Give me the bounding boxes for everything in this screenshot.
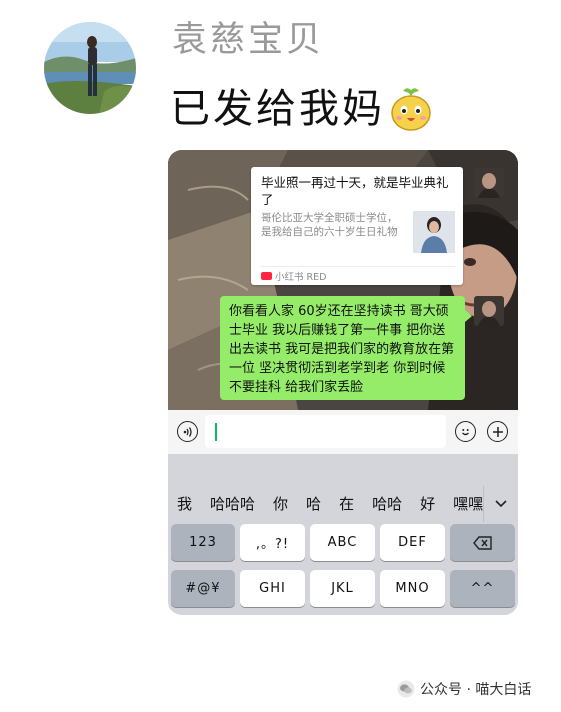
shared-card-divider (261, 266, 455, 267)
candidate-word[interactable]: 我 (168, 486, 201, 522)
sender-avatar[interactable] (474, 296, 504, 326)
shared-card-source: 小红书 RED (261, 269, 326, 283)
emoji-icon[interactable] (455, 421, 476, 442)
ime-keyboard: 我 哈哈哈 你 哈 在 哈哈 好 嘿嘿 123 ,。?! ABC DEF #@¥… (168, 454, 518, 615)
sender-avatar[interactable] (474, 168, 504, 198)
jkl-key[interactable]: JKL (310, 570, 375, 607)
shared-card-thumbnail (413, 211, 455, 253)
candidate-word[interactable]: 哈哈哈 (201, 486, 264, 522)
post-text-content: 已发给我妈 (170, 86, 385, 132)
user-avatar[interactable] (44, 22, 136, 114)
def-key[interactable]: DEF (380, 524, 445, 561)
message-bubble[interactable]: 你看看人家 60岁还在坚持读书 哥大硕士毕业 我以后赚钱了第一件事 把你送出去读… (220, 296, 465, 400)
plus-icon[interactable] (487, 421, 508, 442)
cute-fruit-face-emoji-icon (391, 88, 431, 131)
watermark: 公众号 · 喵大白话 (397, 678, 531, 700)
watermark-text: 公众号 · 喵大白话 (420, 682, 532, 698)
candidate-word[interactable]: 哈 (297, 486, 330, 522)
punctuation-key[interactable]: ,。?! (240, 524, 305, 561)
chat-screenshot: 毕业照一再过十天，就是毕业典礼了 哥伦比亚大学全职硕士学位，是我给自己的六十岁生… (168, 150, 518, 615)
shared-link-card[interactable]: 毕业照一再过十天，就是毕业典礼了 哥伦比亚大学全职硕士学位，是我给自己的六十岁生… (251, 167, 463, 285)
candidate-bar: 我 哈哈哈 你 哈 在 哈哈 好 嘿嘿 (168, 486, 518, 522)
chat-input-bar (168, 410, 518, 454)
post-text: 已发给我妈 (170, 82, 433, 136)
symbols-key[interactable]: #@¥ (171, 570, 235, 607)
mno-key[interactable]: MNO (380, 570, 445, 607)
candidate-word[interactable]: 你 (264, 486, 297, 522)
delete-key[interactable] (450, 524, 515, 561)
chevron-down-icon[interactable] (483, 486, 518, 522)
backspace-icon (472, 535, 492, 550)
voice-icon[interactable] (177, 421, 198, 442)
shared-card-description: 哥伦比亚大学全职硕士学位，是我给自己的六十岁生日礼物 (261, 212, 398, 238)
kaomoji-key[interactable]: ^^ (450, 570, 515, 607)
candidate-word[interactable]: 哈哈 (363, 486, 411, 522)
candidate-word[interactable]: 好 (411, 486, 444, 522)
shared-card-title: 毕业照一再过十天，就是毕业典礼了 (261, 175, 449, 207)
message-bubble-tail (465, 310, 472, 322)
ghi-key[interactable]: GHI (240, 570, 305, 607)
xiaohongshu-logo-icon (261, 272, 272, 280)
candidate-word[interactable]: 在 (330, 486, 363, 522)
message-input[interactable] (205, 415, 446, 448)
wechat-official-account-icon (397, 680, 415, 698)
abc-key[interactable]: ABC (310, 524, 375, 561)
numbers-key[interactable]: 123 (171, 524, 235, 561)
username[interactable]: 袁慈宝贝 (172, 18, 324, 62)
text-caret (215, 423, 217, 441)
shared-card-source-label: 小红书 RED (275, 272, 327, 283)
